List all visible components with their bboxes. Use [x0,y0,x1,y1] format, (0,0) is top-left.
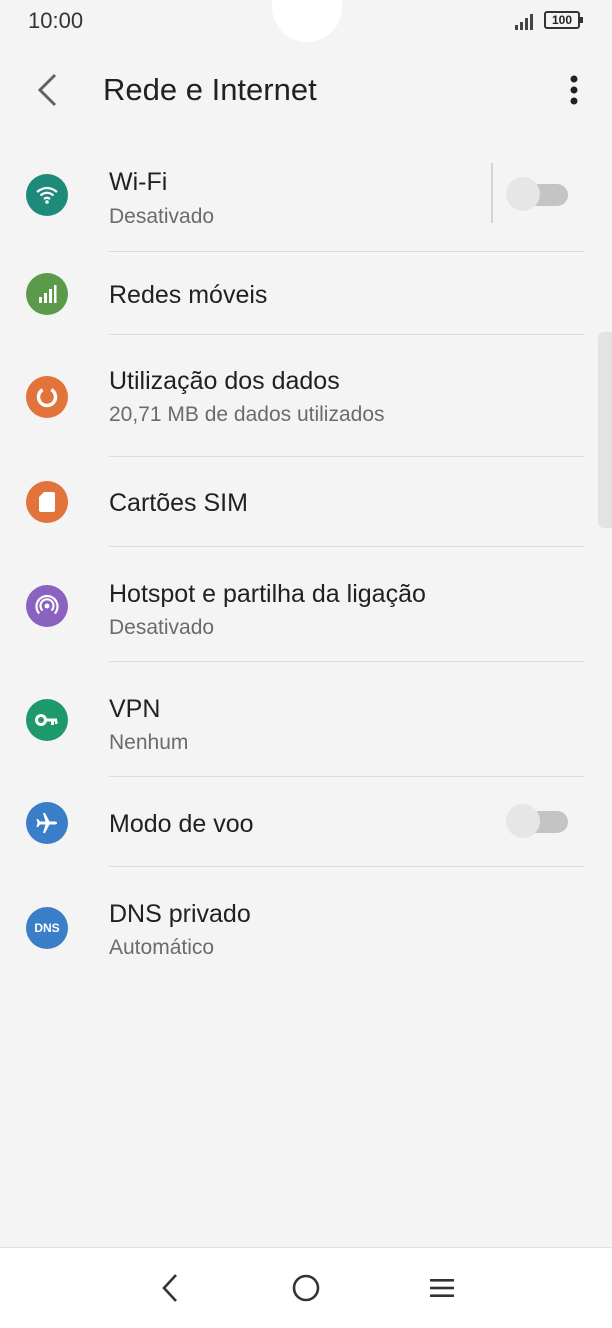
wifi-title: Wi-Fi [109,168,168,196]
private-dns-status: Automático [109,936,215,959]
private-dns-title: DNS privado [109,900,251,928]
sim-cards-title: Cartões SIM [109,489,248,517]
list-item-hotspot[interactable]: Hotspot e partilha da ligação Desativado [0,547,612,662]
data-usage-icon [26,376,68,418]
list-item-vpn[interactable]: VPN Nenhum [0,662,612,777]
hotspot-title: Hotspot e partilha da ligação [109,580,426,608]
wifi-icon [26,174,68,216]
wifi-status: Desativado [109,205,215,228]
airplane-icon [26,802,68,844]
vpn-title: VPN [109,695,161,723]
signal-bars-icon [26,273,68,315]
camera-notch [272,0,342,42]
more-vert-icon [570,75,578,105]
nav-menu-button[interactable] [418,1264,466,1312]
list-item-data-usage[interactable]: Utilização dos dados 20,71 MB de dados u… [0,335,612,457]
signal-strength-icon [515,14,533,30]
wifi-toggle[interactable] [506,177,568,211]
navigation-bar [0,1247,612,1328]
wifi-divider [491,163,493,223]
dns-icon-label: DNS [34,921,60,935]
status-time: 10:00 [28,8,84,33]
battery-indicator: 100 [544,11,583,29]
nav-home-icon [292,1274,320,1302]
list-item-sim-cards[interactable]: Cartões SIM [0,457,612,547]
back-button[interactable] [26,68,70,112]
data-usage-title: Utilização dos dados [109,367,340,395]
sim-card-icon [26,481,68,523]
list-item-airplane-mode[interactable]: Modo de voo [0,777,612,867]
list-item-private-dns[interactable]: DNS DNS privado Automático [0,867,612,979]
mobile-networks-title: Redes móveis [109,281,268,309]
settings-list: Wi-Fi Desativado Redes móveis Utilização… [0,140,612,979]
dns-icon: DNS [26,907,68,949]
key-icon [26,699,68,741]
toggle-thumb [506,804,540,838]
list-item-wifi[interactable]: Wi-Fi Desativado [0,140,612,252]
more-options-button[interactable] [552,68,596,112]
nav-home-button[interactable] [282,1264,330,1312]
nav-back-button[interactable] [146,1264,194,1312]
nav-menu-icon [430,1279,454,1297]
hotspot-icon [26,585,68,627]
hotspot-status: Desativado [109,616,215,639]
app-bar: Rede e Internet [0,58,612,122]
data-usage-value: 20,71 MB de dados utilizados [109,403,385,426]
airplane-mode-toggle[interactable] [506,804,568,838]
nav-back-icon [162,1274,177,1302]
toggle-thumb [506,177,540,211]
airplane-mode-title: Modo de voo [109,810,254,838]
screen: 10:00 100 Rede e Internet Wi-Fi Desativa… [0,0,612,1328]
list-item-mobile-networks[interactable]: Redes móveis [0,252,612,335]
vpn-status: Nenhum [109,731,189,754]
back-arrow-icon [37,73,57,107]
page-title: Rede e Internet [103,72,317,107]
status-bar: 10:00 100 [0,0,612,44]
scroll-indicator[interactable] [598,332,612,528]
